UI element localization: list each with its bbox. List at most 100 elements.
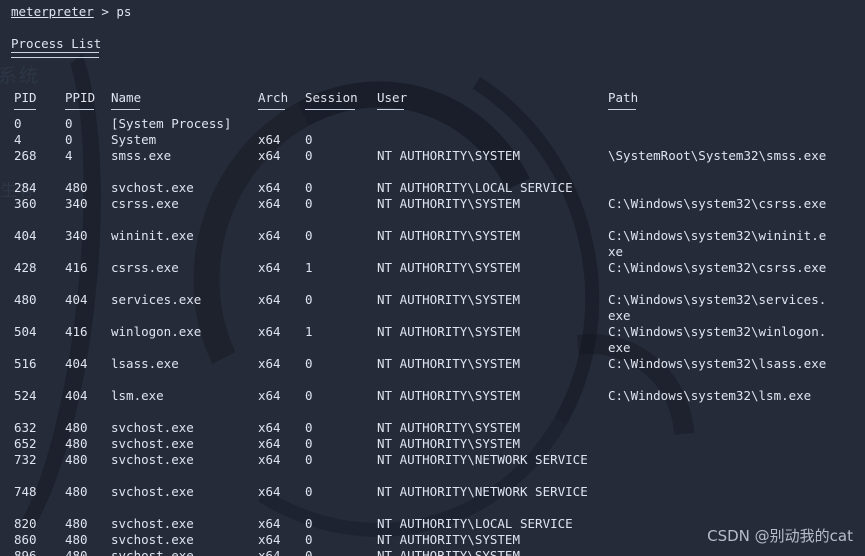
cell-session: 0: [305, 388, 313, 403]
cell-ppid: 480: [65, 436, 88, 451]
cell-user: NT AUTHORITY\SYSTEM: [377, 196, 520, 211]
cell-path: C:\Windows\system32\wininit.exe: [608, 228, 827, 259]
cell-session: 0: [305, 516, 313, 531]
column-header-ppid: PPID: [65, 90, 96, 105]
table-row: 0 0 [System Process]: [0, 116, 865, 132]
table-row: 268 4 smss.exe x64 0 NT AUTHORITY\SYSTEM \Syst…: [0, 148, 865, 180]
terminal-window: 系统 生存 meterpreter > ps Process List PID …: [0, 0, 865, 556]
header-rule-arch: [258, 109, 285, 110]
cell-ppid: 480: [65, 484, 88, 499]
cell-pid: 524: [14, 388, 37, 403]
spacer-line-2: [0, 58, 865, 74]
cell-name: csrss.exe: [111, 260, 179, 275]
table-row: 896 480 svchost.exe x64 0 NT AUTHORITY\SYSTEM: [0, 548, 865, 556]
cell-arch: x64: [258, 548, 281, 556]
header-rule-path: [608, 109, 636, 110]
cell-user: NT AUTHORITY\SYSTEM: [377, 420, 520, 435]
terminal-output[interactable]: meterpreter > ps Process List PID PPID N…: [0, 0, 865, 556]
table-row: 4 0 System x64 0: [0, 132, 865, 148]
table-row: 504 416 winlogon.exe x64 1 NT AUTHORITY\SYSTE…: [0, 324, 865, 356]
cell-ppid: 416: [65, 324, 88, 339]
column-header-name: Name: [111, 90, 142, 105]
cell-session: 0: [305, 532, 313, 547]
cell-ppid: 480: [65, 548, 88, 556]
cell-user: NT AUTHORITY\SYSTEM: [377, 260, 520, 275]
cell-user: NT AUTHORITY\SYSTEM: [377, 324, 520, 339]
table-row: 360 340 csrss.exe x64 0 NT AUTHORITY\SYSTEM C:…: [0, 196, 865, 228]
cell-user: NT AUTHORITY\NETWORK SERVICE: [377, 452, 588, 467]
column-header-pid: PID: [14, 90, 37, 105]
cell-pid: 4: [14, 132, 22, 147]
cell-arch: x64: [258, 292, 281, 307]
table-row: 632 480 svchost.exe x64 0 NT AUTHORITY\SYSTEM: [0, 420, 865, 436]
cell-arch: x64: [258, 324, 281, 339]
cell-session: 0: [305, 148, 313, 163]
cell-name: svchost.exe: [111, 548, 194, 556]
cell-name: svchost.exe: [111, 484, 194, 499]
cell-ppid: 4: [65, 148, 73, 163]
cell-session: 0: [305, 548, 313, 556]
cell-arch: x64: [258, 484, 281, 499]
column-header-arch: Arch: [258, 90, 289, 105]
table-row: 516 404 lsass.exe x64 0 NT AUTHORITY\SYSTEM C:…: [0, 356, 865, 388]
cell-session: 0: [305, 180, 313, 195]
process-list-title: Process List: [11, 36, 102, 51]
cell-ppid: 480: [65, 532, 88, 547]
cell-session: 1: [305, 324, 313, 339]
cell-user: NT AUTHORITY\SYSTEM: [377, 148, 520, 163]
process-table-body: 0 0 [System Process] 4 0 System x64 0 268 4 smss.e…: [0, 116, 865, 556]
cell-pid: 632: [14, 420, 37, 435]
entered-command: ps: [116, 4, 132, 19]
cell-arch: x64: [258, 196, 281, 211]
cell-pid: 268: [14, 148, 37, 163]
spacer-line-3: [0, 74, 865, 90]
header-rule-name: [111, 109, 140, 110]
cell-name: svchost.exe: [111, 436, 194, 451]
prompt-symbol: >: [93, 4, 117, 19]
cell-session: 0: [305, 292, 313, 307]
table-row: 524 404 lsm.exe x64 0 NT AUTHORITY\SYSTEM C:\W…: [0, 388, 865, 420]
table-row: 652 480 svchost.exe x64 0 NT AUTHORITY\SYSTEM: [0, 436, 865, 452]
cell-ppid: 404: [65, 356, 88, 371]
cell-arch: x64: [258, 388, 281, 403]
cell-user: NT AUTHORITY\LOCAL SERVICE: [377, 180, 573, 195]
cell-path: C:\Windows\system32\csrss.exe: [608, 196, 827, 211]
column-header-user: User: [377, 90, 408, 105]
cell-session: 0: [305, 228, 313, 243]
cell-path: C:\Windows\system32\lsass.exe: [608, 356, 827, 371]
cell-user: NT AUTHORITY\SYSTEM: [377, 292, 520, 307]
cell-ppid: 404: [65, 388, 88, 403]
cell-ppid: 480: [65, 516, 88, 531]
cell-session: 0: [305, 484, 313, 499]
table-row: 404 340 wininit.exe x64 0 NT AUTHORITY\SYSTEM…: [0, 228, 865, 260]
cell-name: lsm.exe: [111, 388, 164, 403]
cell-arch: x64: [258, 436, 281, 451]
cell-name: [System Process]: [111, 116, 232, 131]
spacer-line-1: [0, 20, 865, 36]
column-header-path: Path: [608, 90, 639, 105]
cell-user: NT AUTHORITY\SYSTEM: [377, 532, 520, 547]
table-row: 732 480 svchost.exe x64 0 NT AUTHORITY\NETWOR…: [0, 452, 865, 484]
cell-arch: x64: [258, 452, 281, 467]
header-rule-ppid: [65, 109, 94, 110]
cell-arch: x64: [258, 516, 281, 531]
cell-pid: 284: [14, 180, 37, 195]
cell-pid: 480: [14, 292, 37, 307]
command-prompt-line: meterpreter > ps: [0, 4, 865, 20]
cell-ppid: 480: [65, 420, 88, 435]
cell-arch: x64: [258, 228, 281, 243]
cell-arch: x64: [258, 132, 281, 147]
cell-ppid: 340: [65, 196, 88, 211]
cell-session: 0: [305, 196, 313, 211]
cell-ppid: 0: [65, 116, 73, 131]
cell-pid: 404: [14, 228, 37, 243]
cell-path: C:\Windows\system32\csrss.exe: [608, 260, 827, 275]
cell-ppid: 0: [65, 132, 73, 147]
cell-pid: 652: [14, 436, 37, 451]
cell-session: 0: [305, 132, 313, 147]
cell-arch: x64: [258, 356, 281, 371]
cell-name: wininit.exe: [111, 228, 194, 243]
cell-name: smss.exe: [111, 148, 172, 163]
table-header-row: PID PPID Name Arch Session User Path: [0, 90, 865, 106]
header-rule-session: [305, 109, 355, 110]
